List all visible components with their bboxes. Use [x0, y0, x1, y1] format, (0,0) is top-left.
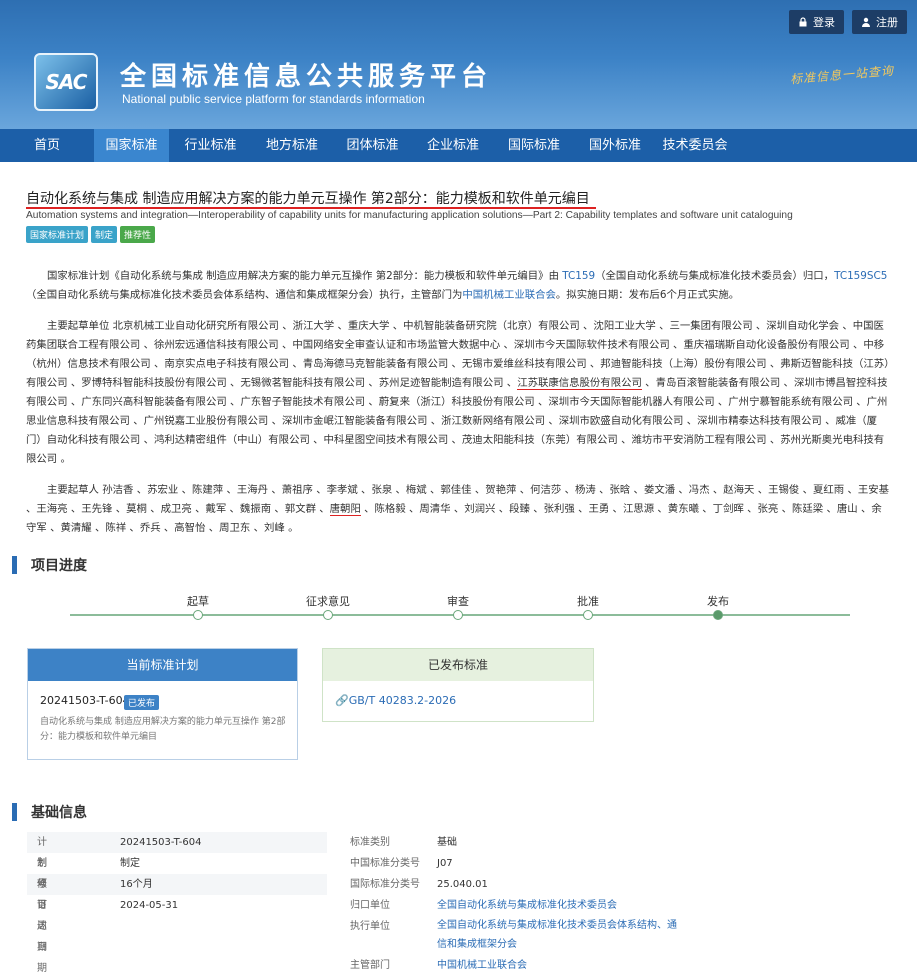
- nav-item-foreign[interactable]: 国外标准: [575, 129, 655, 162]
- info-value: 基础: [437, 837, 457, 848]
- info-label: 下达日期: [37, 900, 47, 972]
- nav-item-national[interactable]: 国家标准: [94, 129, 169, 162]
- intro-text-2: （全国自动化系统与集成标准化技术委员会）归口，: [595, 270, 835, 282]
- info-value: 20241503-T-604: [120, 837, 202, 848]
- main-nav: 首页 国家标准 行业标准 地方标准 团体标准 企业标准 国际标准 国外标准 技术…: [0, 129, 917, 162]
- top-account-bar: 登录 注册: [789, 10, 907, 34]
- step-label-approve: 批准: [577, 595, 599, 608]
- nav-item-committee[interactable]: 技术委员会: [655, 129, 735, 162]
- nav-item-industry[interactable]: 行业标准: [169, 129, 252, 162]
- published-standard-card: 已发布标准 🔗GB/T 40283.2-2026: [322, 648, 594, 722]
- intro-paragraph: 国家标准计划《自动化系统与集成 制造应用解决方案的能力单元互操作 第2部分：能力…: [26, 267, 892, 305]
- register-button[interactable]: 注册: [852, 10, 907, 34]
- intro-text-1: 国家标准计划《自动化系统与集成 制造应用解决方案的能力单元互操作 第2部分：能力…: [47, 270, 563, 282]
- plan-number[interactable]: 20241503-T-604: [40, 694, 130, 707]
- basic-info-heading: 基础信息: [31, 805, 87, 821]
- info-label: 国际标准分类号: [350, 879, 420, 890]
- step-label-publish: 发布: [707, 595, 729, 608]
- info-label: 标准类别: [350, 837, 390, 848]
- governing-unit-link[interactable]: 全国自动化系统与集成标准化技术委员会: [437, 895, 617, 916]
- intro-text-4: 。拟实施日期：发布后6个月正式实施。: [555, 289, 740, 301]
- status-badge: 已发布: [124, 695, 160, 710]
- progress-heading: 项目进度: [31, 558, 87, 574]
- tc159sc5-link[interactable]: TC159SC5: [834, 270, 887, 282]
- lock-icon: [799, 17, 807, 27]
- plan-description: 自动化系统与集成 制造应用解决方案的能力单元互操作 第2部分：能力模板和软件单元…: [40, 717, 286, 742]
- nav-item-international[interactable]: 国际标准: [493, 129, 575, 162]
- info-value: 2024-05-31: [120, 900, 179, 911]
- step-label-comment: 征求意见: [306, 595, 350, 608]
- register-label: 注册: [876, 16, 898, 29]
- published-standard-heading: 已发布标准: [323, 649, 593, 681]
- nav-item-enterprise[interactable]: 企业标准: [413, 129, 493, 162]
- link-icon: 🔗: [335, 694, 349, 707]
- login-button[interactable]: 登录: [789, 10, 844, 34]
- section-marker: [12, 803, 17, 821]
- site-title: 全国标准信息公共服务平台: [120, 62, 493, 92]
- nav-item-home[interactable]: 首页: [0, 129, 94, 162]
- intro-text-3: （全国自动化系统与集成标准化技术委员会体系结构、通信和集成框架分会）执行，主管部…: [26, 289, 463, 301]
- executing-unit-link[interactable]: 全国自动化系统与集成标准化技术委员会体系结构、通信和集成框架分会: [437, 916, 677, 954]
- info-label: 主管部门: [350, 960, 390, 971]
- step-dot-approve: [583, 610, 593, 620]
- standard-title: 自动化系统与集成 制造应用解决方案的能力单元互操作 第2部分：能力模板和软件单元…: [26, 191, 590, 207]
- step-dot-review: [453, 610, 463, 620]
- tag-type: 制定: [91, 226, 118, 243]
- step-dot-comment: [323, 610, 333, 620]
- sac-logo[interactable]: SAC: [34, 53, 98, 111]
- nav-item-local[interactable]: 地方标准: [252, 129, 332, 162]
- header-banner: 登录 注册 SAC 全国标准信息公共服务平台 National public s…: [0, 0, 917, 129]
- page: { "header": { "login": "登录", "register":…: [0, 0, 917, 972]
- current-plan-card: 当前标准计划 20241503-T-604 已发布 自动化系统与集成 制造应用解…: [27, 648, 298, 760]
- info-value: 制定: [120, 858, 140, 869]
- standard-english-title: Automation systems and integration—Inter…: [26, 210, 793, 221]
- drafter-highlight: 唐朝阳: [329, 503, 361, 516]
- drafting-units-text-b: 、青岛百滚智能装备有限公司 、深圳市博昌智控科技有限公司 、广东同兴高科智能装备…: [26, 377, 888, 465]
- tag-nature: 推荐性: [120, 226, 156, 243]
- step-label-draft: 起草: [187, 595, 209, 608]
- info-value: 16个月: [120, 879, 153, 890]
- info-value: J07: [437, 858, 453, 869]
- authority-unit-link[interactable]: 中国机械工业联合会: [437, 955, 527, 972]
- info-label: 执行单位: [350, 921, 390, 932]
- title-underline: [26, 207, 596, 209]
- nav-item-group[interactable]: 团体标准: [332, 129, 413, 162]
- row-bg: [27, 874, 327, 895]
- logo-text: SAC: [45, 70, 88, 94]
- progress-section-heading: 项目进度: [12, 555, 87, 575]
- drafters-paragraph: 主要起草人 孙洁香 、苏宏业 、陈建萍 、王海丹 、萧祖序 、李孝斌 、张泉 、…: [26, 481, 892, 538]
- step-dot-draft: [193, 610, 203, 620]
- info-label: 中国标准分类号: [350, 858, 420, 869]
- user-icon: [862, 17, 870, 27]
- step-dot-publish: [713, 610, 723, 620]
- tag-list: 国家标准计划 制定 推荐性: [26, 226, 156, 243]
- published-standard-code: GB/T 40283.2-2026: [348, 694, 457, 707]
- authority-link[interactable]: 中国机械工业联合会: [462, 289, 556, 301]
- info-value: 25.040.01: [437, 879, 488, 890]
- login-label: 登录: [813, 16, 835, 29]
- section-marker: [12, 556, 17, 574]
- tag-plan: 国家标准计划: [26, 226, 89, 243]
- tc159-link[interactable]: TC159: [562, 270, 595, 282]
- slogan: 标准信息一站查询: [789, 63, 895, 87]
- published-standard-link[interactable]: 🔗GB/T 40283.2-2026: [335, 694, 456, 707]
- site-subtitle: National public service platform for sta…: [122, 92, 425, 106]
- current-plan-heading: 当前标准计划: [28, 649, 297, 681]
- basic-info-section-heading: 基础信息: [12, 802, 87, 822]
- info-label: 归口单位: [350, 900, 390, 911]
- drafting-unit-highlight: 江苏联康信息股份有限公司: [517, 377, 642, 390]
- step-label-review: 审查: [447, 595, 469, 608]
- drafting-units-paragraph: 主要起草单位 北京机械工业自动化研究所有限公司 、浙江大学 、重庆大学 、中机智…: [26, 317, 892, 469]
